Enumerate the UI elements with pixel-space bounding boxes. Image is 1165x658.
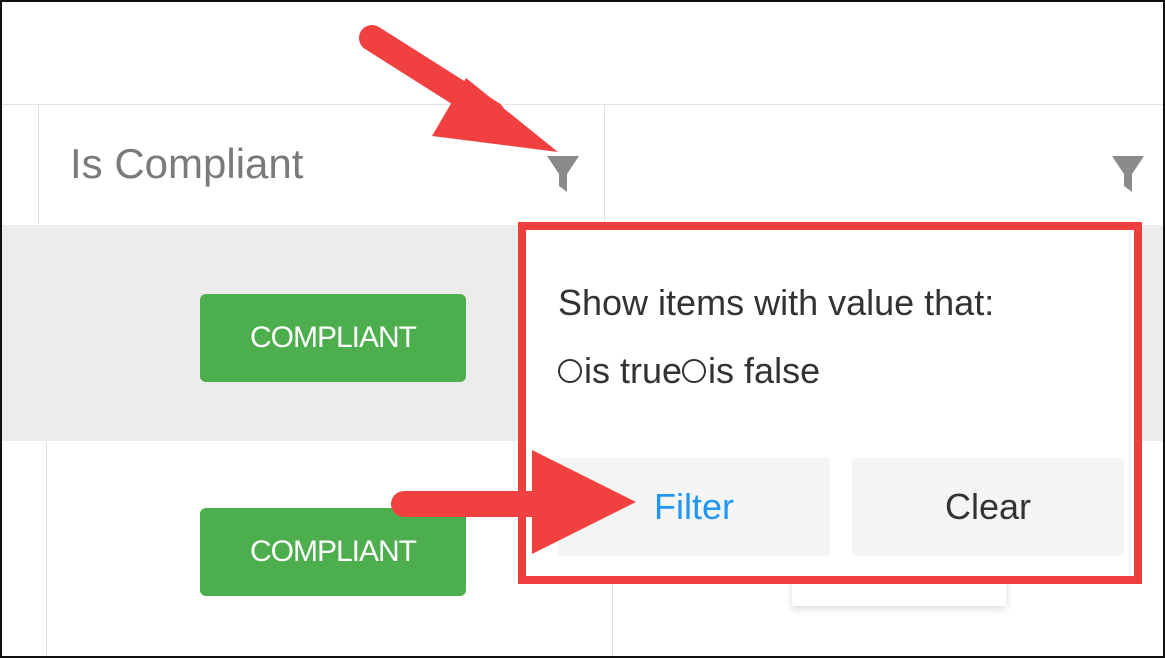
column-divider — [604, 104, 605, 224]
column-header-is-compliant[interactable]: Is Compliant — [70, 140, 303, 188]
column-divider — [38, 104, 39, 224]
filter-popup-title: Show items with value that: — [558, 282, 995, 323]
clear-button[interactable]: Clear — [852, 458, 1124, 556]
status-badge: COMPLIANT — [200, 508, 466, 596]
column-divider — [46, 442, 47, 656]
filter-options: is true is false — [558, 350, 820, 392]
filter-popup: Show items with value that: is true is fa… — [518, 222, 1142, 584]
radio-label-is-false[interactable]: is false — [708, 350, 820, 392]
filter-icon[interactable] — [545, 154, 581, 194]
radio-is-true[interactable] — [558, 359, 582, 383]
screenshot-frame: Is Compliant COMPLIANT COMPLIANT Show it… — [0, 0, 1165, 658]
radio-label-is-true[interactable]: is true — [584, 350, 682, 392]
status-badge: COMPLIANT — [200, 294, 466, 382]
radio-is-false[interactable] — [682, 359, 707, 383]
filter-icon[interactable] — [1110, 154, 1146, 194]
filter-button[interactable]: Filter — [558, 458, 830, 556]
